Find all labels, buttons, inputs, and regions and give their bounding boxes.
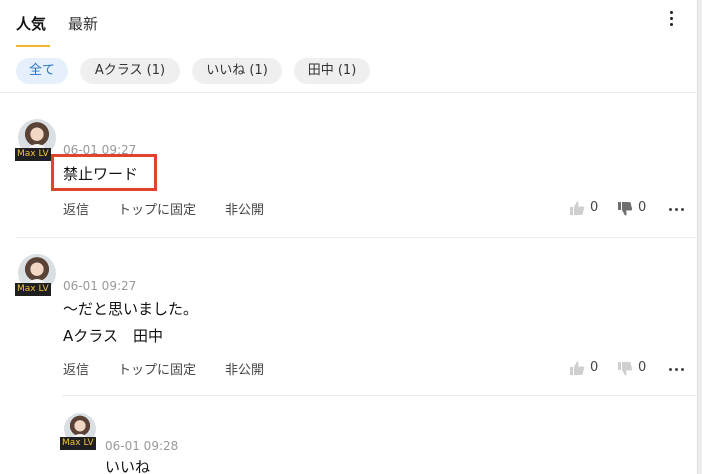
comment-text: 禁止ワード: [63, 165, 139, 183]
make-private-button[interactable]: 非公開: [225, 359, 264, 378]
make-private-button[interactable]: 非公開: [225, 199, 264, 218]
thumbs-down-icon[interactable]: [617, 201, 633, 217]
dislike-count: 0: [638, 200, 647, 215]
filter-chip-all[interactable]: 全て: [16, 58, 68, 84]
pin-to-top-button[interactable]: トップに固定: [118, 199, 196, 218]
dislike-count: 0: [638, 360, 647, 375]
comment-text-line-2: Aクラス 田中: [63, 327, 163, 345]
filter-chip-tanaka[interactable]: 田中 (1): [294, 58, 370, 84]
reply-button[interactable]: 返信: [63, 359, 89, 378]
reply-divider: [62, 395, 697, 396]
level-badge: Max LV: [15, 148, 51, 161]
window-scrollbar-edge: [697, 0, 702, 474]
tab-bar: 人気 最新: [0, 0, 697, 50]
tab-latest[interactable]: 最新: [68, 13, 98, 34]
header-divider: [0, 92, 697, 93]
tab-popular[interactable]: 人気: [16, 13, 46, 34]
reply-text: いいね: [105, 458, 151, 474]
thumbs-up-icon[interactable]: [569, 200, 585, 216]
like-count: 0: [590, 360, 599, 375]
pin-to-top-button[interactable]: トップに固定: [118, 359, 196, 378]
thumbs-up-icon[interactable]: [569, 360, 585, 376]
thumbs-down-icon[interactable]: [617, 361, 633, 377]
level-badge: Max LV: [60, 437, 96, 450]
comment-more-icon[interactable]: [669, 206, 685, 212]
filter-chip-a-class[interactable]: Aクラス (1): [80, 58, 180, 84]
comment-more-icon[interactable]: [669, 366, 685, 372]
level-badge: Max LV: [15, 283, 51, 296]
filter-chip-like[interactable]: いいね (1): [192, 58, 282, 84]
like-count: 0: [590, 200, 599, 215]
more-options-icon[interactable]: [666, 10, 678, 28]
comment-divider: [15, 237, 697, 238]
active-tab-indicator: [16, 45, 50, 47]
reply-button[interactable]: 返信: [63, 199, 89, 218]
comment-text-line-1: 〜だと思いました。: [63, 300, 199, 318]
comment-timestamp: 06-01 09:27: [63, 279, 137, 293]
reply-timestamp: 06-01 09:28: [105, 439, 179, 453]
